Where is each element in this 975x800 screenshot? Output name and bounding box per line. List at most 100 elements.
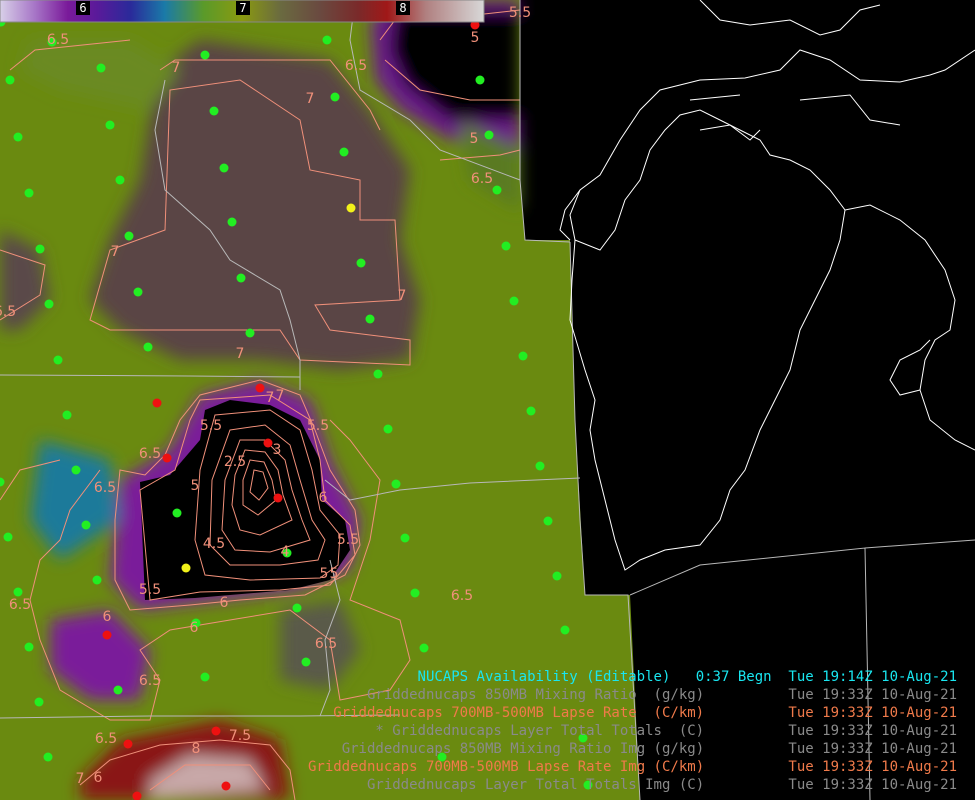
contour-label: 5 (320, 566, 329, 582)
contour-label: 5.5 (200, 418, 222, 434)
observation-point[interactable] (35, 244, 45, 254)
contour-label: 7 (236, 346, 245, 362)
observation-point[interactable] (43, 752, 53, 762)
observation-point[interactable] (172, 508, 182, 518)
observation-point[interactable] (227, 217, 237, 227)
legend-row[interactable]: Griddednucaps 700MB-500MB Lapse Rate (C/… (237, 704, 957, 722)
contour-label: 6.5 (95, 731, 117, 747)
observation-point[interactable] (273, 493, 283, 503)
observation-point[interactable] (34, 697, 44, 707)
observation-point[interactable] (24, 642, 34, 652)
contour-label: 6.5 (451, 588, 473, 604)
observation-point[interactable] (339, 147, 349, 157)
observation-point[interactable] (133, 287, 143, 297)
contour-label: 5.5 (337, 532, 359, 548)
colorbar-label-7: 7 (236, 1, 250, 15)
colorbar-label-6: 6 (76, 1, 90, 15)
observation-point[interactable] (123, 739, 133, 749)
contour-label: 4.5 (203, 536, 225, 552)
observation-point[interactable] (391, 479, 401, 489)
legend-row[interactable]: Griddednucaps 850MB Mixing Ratio Img (g/… (237, 740, 957, 758)
observation-point[interactable] (383, 424, 393, 434)
observation-point[interactable] (484, 130, 494, 140)
contour-label: 5 (470, 131, 479, 147)
observation-point[interactable] (560, 625, 570, 635)
observation-point[interactable] (162, 453, 172, 463)
observation-point[interactable] (71, 465, 81, 475)
observation-point[interactable] (96, 63, 106, 73)
legend-layer-time: Tue 19:14Z 10-Aug-21 (788, 669, 957, 685)
observation-point[interactable] (181, 563, 191, 573)
observation-point[interactable] (102, 630, 112, 640)
legend-layer-time: Tue 19:33Z 10-Aug-21 (788, 723, 957, 739)
observation-point[interactable] (475, 75, 485, 85)
contour-label: 2.5 (224, 454, 246, 470)
observation-point[interactable] (113, 685, 123, 695)
observation-point[interactable] (322, 35, 332, 45)
observation-point[interactable] (105, 120, 115, 130)
observation-point[interactable] (13, 132, 23, 142)
legend-layer-time: Tue 19:33Z 10-Aug-21 (788, 777, 957, 793)
observation-point[interactable] (245, 328, 255, 338)
legend-layer-name: Griddednucaps 850MB Mixing Ratio Img (g/… (341, 741, 705, 757)
legend-layer-name: NUCAPS Availability (Editable) (417, 669, 671, 685)
observation-point[interactable] (5, 75, 15, 85)
observation-point[interactable] (501, 241, 511, 251)
contour-label: 5.5 (139, 582, 161, 598)
legend-row[interactable]: Griddednucaps Layer Total Totals Img (C)… (237, 776, 957, 794)
observation-point[interactable] (419, 643, 429, 653)
legend-layer-time: Tue 19:33Z 10-Aug-21 (788, 705, 957, 721)
observation-point[interactable] (526, 406, 536, 416)
observation-point[interactable] (209, 106, 219, 116)
observation-point[interactable] (255, 383, 265, 393)
contour-label: 3 (273, 442, 282, 458)
observation-point[interactable] (200, 50, 210, 60)
observation-point[interactable] (211, 726, 221, 736)
contour-label: 7 (276, 388, 285, 404)
observation-point[interactable] (410, 588, 420, 598)
observation-point[interactable] (92, 575, 102, 585)
observation-point[interactable] (292, 603, 302, 613)
observation-point[interactable] (509, 296, 519, 306)
observation-point[interactable] (356, 258, 366, 268)
observation-point[interactable] (115, 175, 125, 185)
observation-point[interactable] (44, 299, 54, 309)
observation-point[interactable] (373, 369, 383, 379)
contour-label: 6.5 (315, 636, 337, 652)
observation-point[interactable] (330, 92, 340, 102)
observation-point[interactable] (143, 342, 153, 352)
observation-point[interactable] (552, 571, 562, 581)
contour-label: 7 (266, 390, 275, 406)
observation-point[interactable] (400, 533, 410, 543)
contour-label: 6.5 (139, 446, 161, 462)
observation-point[interactable] (492, 185, 502, 195)
observation-point[interactable] (221, 781, 231, 791)
observation-point[interactable] (13, 587, 23, 597)
observation-point[interactable] (263, 438, 273, 448)
legend-row[interactable]: * Griddednucaps Layer Total Totals (C) T… (237, 722, 957, 740)
observation-point[interactable] (62, 410, 72, 420)
observation-point[interactable] (3, 532, 13, 542)
legend-row[interactable]: Griddednucaps 700MB-500MB Lapse Rate Img… (237, 758, 957, 776)
legend-row[interactable]: Griddednucaps 850MB Mixing Ratio (g/kg) … (237, 686, 957, 704)
legend-row[interactable]: NUCAPS Availability (Editable) 0:37 Begn… (237, 668, 957, 686)
observation-point[interactable] (535, 461, 545, 471)
observation-point[interactable] (236, 273, 246, 283)
observation-point[interactable] (53, 355, 63, 365)
observation-point[interactable] (301, 657, 311, 667)
observation-point[interactable] (219, 163, 229, 173)
observation-point[interactable] (24, 188, 34, 198)
colorbar-label-8: 8 (396, 1, 410, 15)
observation-point[interactable] (81, 520, 91, 530)
observation-point[interactable] (124, 231, 134, 241)
observation-point[interactable] (365, 314, 375, 324)
observation-point[interactable] (200, 672, 210, 682)
observation-point[interactable] (346, 203, 356, 213)
observation-point[interactable] (518, 351, 528, 361)
contour-label: 6.5 (471, 171, 493, 187)
legend-layer-name: * Griddednucaps Layer Total Totals (C) (375, 723, 705, 739)
legend-layer-status: 0:37 Begn (695, 669, 772, 685)
contour-label: 7 (111, 244, 120, 260)
observation-point[interactable] (152, 398, 162, 408)
observation-point[interactable] (543, 516, 553, 526)
